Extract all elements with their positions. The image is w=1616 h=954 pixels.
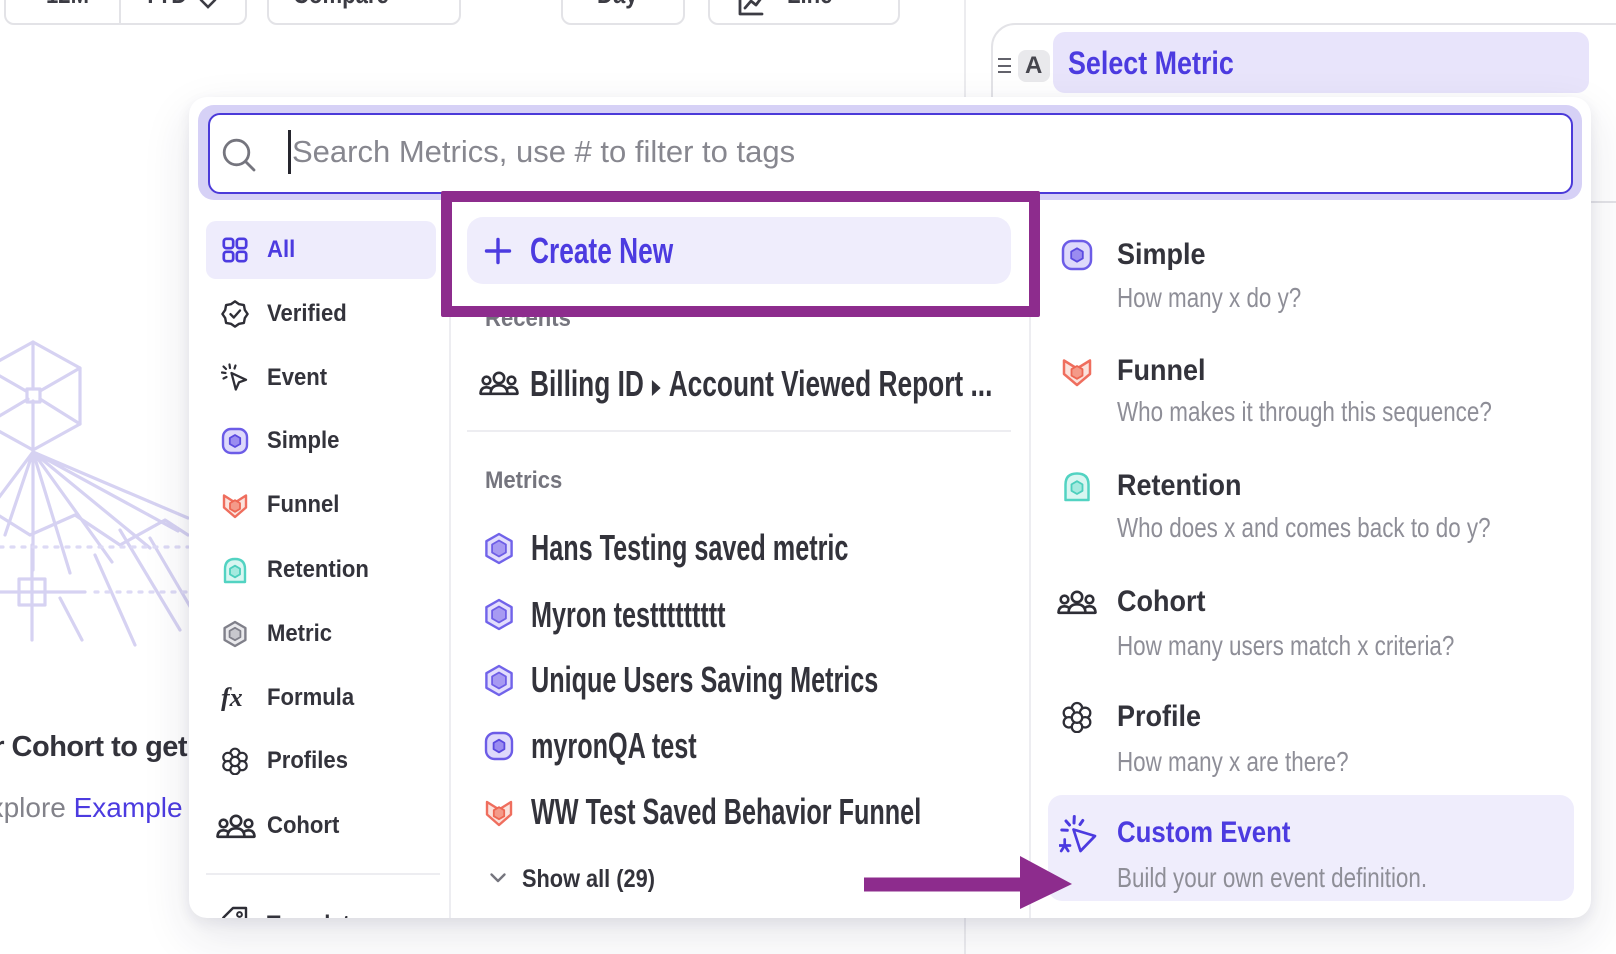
svg-text:fx: fx [221,683,243,711]
